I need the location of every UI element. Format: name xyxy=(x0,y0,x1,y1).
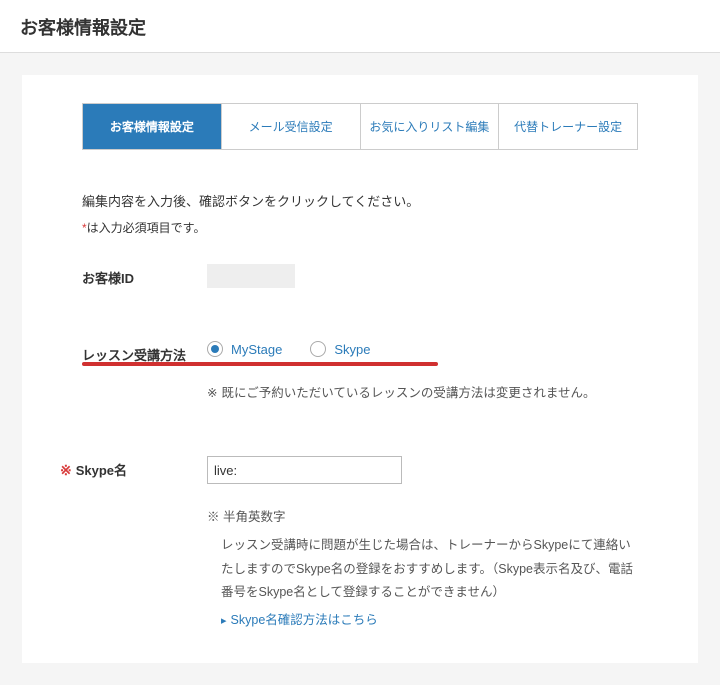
skype-required-marker: ※ xyxy=(60,462,72,478)
radio-icon xyxy=(310,341,326,357)
required-note: *は入力必須項目です。 xyxy=(82,219,638,236)
tab-favorite-list[interactable]: お気に入りリスト編集 xyxy=(361,104,500,149)
skype-name-label: Skype名 xyxy=(76,463,127,478)
skype-name-label-wrap: ※Skype名 xyxy=(82,456,207,479)
field-lesson-method: レッスン受講方法 MyStage Skype xyxy=(82,341,638,364)
radio-mystage-label: MyStage xyxy=(231,342,282,357)
tab-mail-settings[interactable]: メール受信設定 xyxy=(222,104,361,149)
field-skype-name: ※Skype名 xyxy=(82,456,638,484)
radio-mystage[interactable]: MyStage xyxy=(207,341,282,357)
lesson-method-note: ※ 既にご予約いただいているレッスンの受講方法は変更されません。 xyxy=(207,382,638,406)
radio-icon xyxy=(207,341,223,357)
main-panel: お客様情報設定 メール受信設定 お気に入りリスト編集 代替トレーナー設定 編集内… xyxy=(22,75,698,663)
skype-description: レッスン受講時に問題が生じた場合は、トレーナーからSkypeにて連絡いたしますの… xyxy=(207,534,638,605)
caret-right-icon: ▸ xyxy=(221,615,227,627)
skype-format-note: 半角英数字 xyxy=(223,510,286,524)
lesson-method-radios: MyStage Skype xyxy=(207,341,638,363)
required-text: は入力必須項目です。 xyxy=(87,221,206,235)
radio-skype-label: Skype xyxy=(334,342,370,357)
radio-skype[interactable]: Skype xyxy=(310,341,370,357)
instruction-line: 編集内容を入力後、確認ボタンをクリックしてください。 xyxy=(82,190,638,213)
lesson-method-note-text: 既にご予約いただいているレッスンの受講方法は変更されません。 xyxy=(221,386,595,400)
tab-substitute-trainer[interactable]: 代替トレーナー設定 xyxy=(499,104,637,149)
page-header: お客様情報設定 xyxy=(0,0,720,53)
tab-bar: お客様情報設定 メール受信設定 お気に入りリスト編集 代替トレーナー設定 xyxy=(82,103,638,150)
content-area: 編集内容を入力後、確認ボタンをクリックしてください。 *は入力必須項目です。 お… xyxy=(22,150,698,633)
field-customer-id: お客様ID xyxy=(82,264,638,291)
tab-customer-info[interactable]: お客様情報設定 xyxy=(83,104,222,149)
customer-id-label: お客様ID xyxy=(82,264,207,287)
note-mark: ※ xyxy=(207,386,217,400)
highlight-underline xyxy=(82,362,438,366)
lesson-method-label: レッスン受講方法 xyxy=(82,341,207,364)
skype-notes: ※ 半角英数字 レッスン受講時に問題が生じた場合は、トレーナーからSkypeにて… xyxy=(207,506,638,633)
customer-id-value xyxy=(207,264,295,288)
note-mark: ※ xyxy=(207,510,220,524)
skype-help-link[interactable]: Skype名確認方法はこちら xyxy=(231,613,378,627)
page-title: お客様情報設定 xyxy=(20,14,700,40)
skype-name-input[interactable] xyxy=(207,456,402,484)
